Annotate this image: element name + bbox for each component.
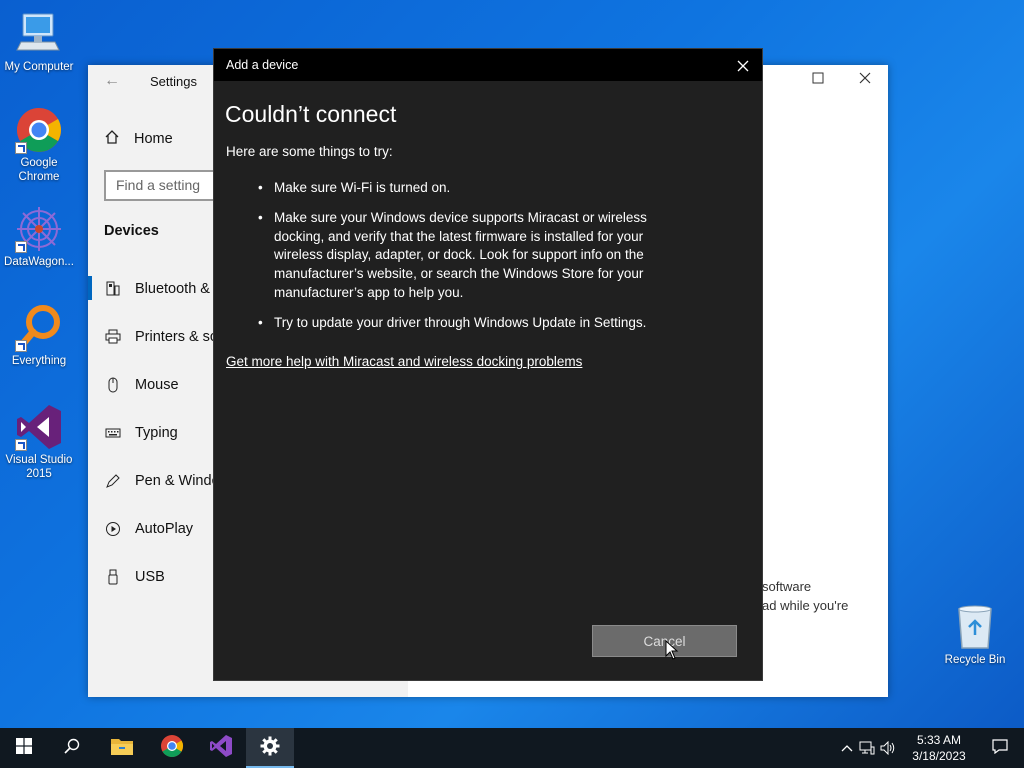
- action-center-button[interactable]: [976, 728, 1024, 768]
- mouse-icon: [104, 376, 121, 393]
- clock-date: 3/18/2023: [912, 749, 966, 763]
- desktop-icon-label: Google Chrome: [18, 157, 60, 183]
- mouse-cursor-icon: [665, 639, 679, 664]
- recycle-bin-icon: [951, 603, 999, 651]
- sidebar-item-label: Home: [134, 131, 173, 147]
- sidebar-item-label: Typing: [135, 424, 178, 441]
- chrome-icon: [160, 734, 184, 763]
- visual-studio-icon: [209, 734, 233, 763]
- taskbar-chrome[interactable]: [148, 728, 196, 768]
- folder-icon: [110, 736, 134, 761]
- chrome-icon: [15, 106, 63, 154]
- desktop-icon-everything[interactable]: Everything: [0, 304, 78, 368]
- active-item-indicator: [88, 276, 92, 300]
- windows-logo-icon: [16, 737, 32, 759]
- desktop-icon-my-computer[interactable]: My Computer: [0, 10, 78, 74]
- datawagon-icon: [15, 205, 63, 253]
- volume-icon[interactable]: [878, 741, 898, 755]
- taskbar-file-explorer[interactable]: [98, 728, 146, 768]
- dialog-title-bar: Add a device: [214, 49, 762, 81]
- desktop-icon-datawagon[interactable]: DataWagon...: [0, 205, 78, 269]
- section-heading: Devices: [104, 223, 159, 239]
- taskbar-visual-studio[interactable]: [197, 728, 245, 768]
- sidebar-item-label: USB: [135, 568, 165, 585]
- sidebar-item-label: Pen & Windo: [135, 472, 220, 489]
- close-icon[interactable]: [737, 55, 749, 77]
- search-button[interactable]: [48, 728, 96, 768]
- sidebar-item-bluetooth[interactable]: Bluetooth &: [104, 280, 210, 297]
- sidebar-item-label: Printers & sc: [135, 328, 218, 345]
- sidebar-item-autoplay[interactable]: AutoPlay: [104, 520, 193, 537]
- chevron-up-icon[interactable]: [838, 744, 856, 752]
- find-setting-placeholder: Find a setting: [116, 177, 201, 193]
- search-icon: [64, 738, 80, 759]
- dialog-title: Add a device: [226, 58, 299, 72]
- back-arrow-icon[interactable]: ←: [104, 72, 120, 90]
- usb-icon: [104, 568, 121, 585]
- clock-time: 5:33 AM: [916, 733, 962, 747]
- sidebar-item-label: Bluetooth &: [135, 280, 210, 297]
- sidebar-item-home[interactable]: Home: [104, 129, 173, 149]
- printer-icon: [104, 328, 121, 345]
- search-magnifier-icon: [15, 304, 63, 352]
- desktop-icon-google-chrome[interactable]: Google Chrome: [0, 106, 78, 184]
- shortcut-arrow-icon: [15, 340, 27, 352]
- tips-list: Make sure Wi-Fi is turned on. Make sure …: [226, 179, 686, 344]
- desktop-icon-visual-studio[interactable]: Visual Studio 2015: [0, 403, 78, 481]
- taskbar-clock[interactable]: 5:33 AM 3/18/2023: [906, 732, 972, 764]
- sidebar-item-pen[interactable]: Pen & Windo: [104, 472, 220, 489]
- desktop-icon-recycle-bin[interactable]: Recycle Bin: [936, 603, 1014, 667]
- sidebar-item-usb[interactable]: USB: [104, 568, 165, 585]
- maximize-icon[interactable]: [812, 71, 824, 88]
- desktop-icon-label: Everything: [11, 355, 67, 367]
- background-text: ad while you're: [762, 598, 849, 613]
- sidebar-item-printers[interactable]: Printers & sc: [104, 328, 217, 345]
- shortcut-arrow-icon: [15, 439, 27, 451]
- home-icon: [104, 129, 120, 149]
- close-icon[interactable]: [859, 71, 871, 88]
- list-item: Make sure Wi-Fi is turned on.: [226, 179, 686, 198]
- taskbar: 5:33 AM 3/18/2023: [0, 728, 1024, 768]
- autoplay-icon: [104, 520, 121, 537]
- list-item: Make sure your Windows device supports M…: [226, 209, 686, 303]
- shortcut-arrow-icon: [15, 241, 27, 253]
- network-icon[interactable]: [856, 741, 878, 755]
- keyboard-icon: [104, 424, 121, 441]
- miracast-help-link[interactable]: Get more help with Miracast and wireless…: [226, 354, 582, 369]
- background-text: software: [762, 579, 812, 594]
- visual-studio-icon: [15, 403, 63, 451]
- desktop-icon-label: Recycle Bin: [944, 654, 1006, 666]
- gear-icon: [260, 736, 280, 761]
- dialog-intro: Here are some things to try:: [226, 144, 393, 159]
- list-item: Try to update your driver through Window…: [226, 314, 686, 333]
- settings-title: Settings: [150, 74, 197, 89]
- bluetooth-device-icon: [104, 280, 121, 297]
- taskbar-settings[interactable]: [246, 728, 294, 768]
- add-device-dialog: Add a device Couldn’t connect Here are s…: [213, 48, 763, 681]
- desktop-icon-label: My Computer: [4, 61, 74, 73]
- start-button[interactable]: [0, 728, 48, 768]
- shortcut-arrow-icon: [15, 142, 27, 154]
- sidebar-item-label: AutoPlay: [135, 520, 194, 537]
- desktop-icon-label: Visual Studio 2015: [5, 454, 73, 480]
- notification-icon: [992, 738, 1008, 759]
- desktop-icon-label: DataWagon...: [4, 256, 74, 268]
- dialog-heading: Couldn’t connect: [225, 101, 397, 127]
- computer-icon: [15, 10, 63, 58]
- system-tray: [838, 728, 898, 768]
- sidebar-item-typing[interactable]: Typing: [104, 424, 178, 441]
- sidebar-item-label: Mouse: [135, 376, 179, 393]
- pen-icon: [104, 472, 121, 489]
- sidebar-item-mouse[interactable]: Mouse: [104, 376, 179, 393]
